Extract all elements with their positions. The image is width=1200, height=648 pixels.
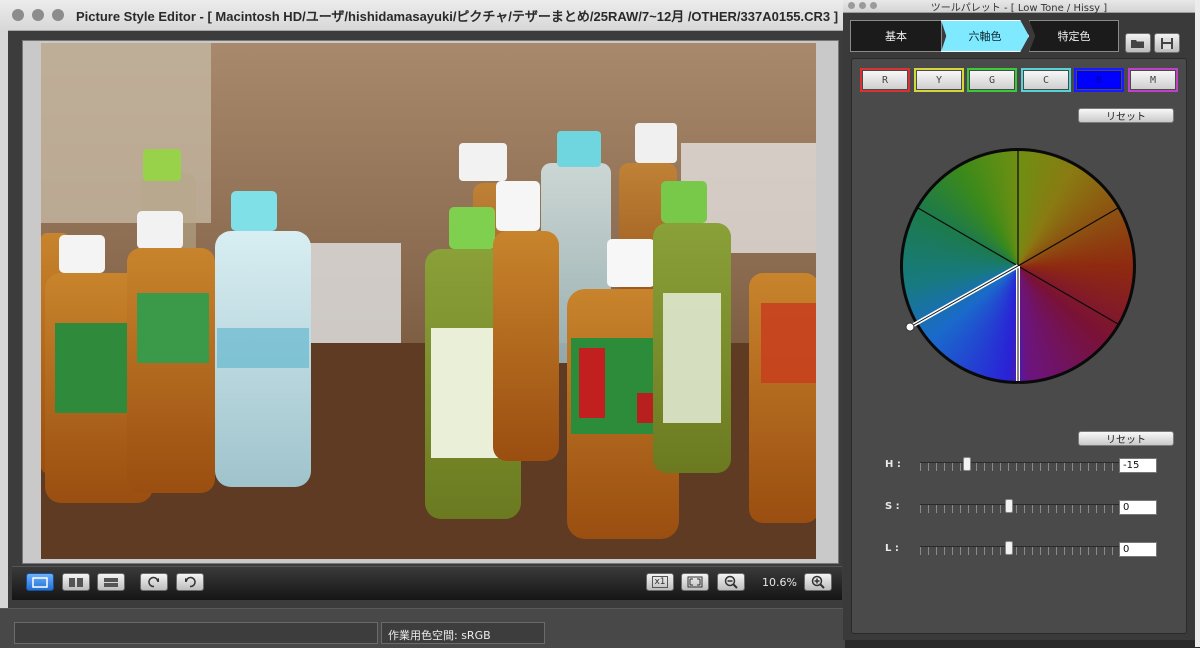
saturation-value-input[interactable]: 0 xyxy=(1119,500,1157,515)
zoom-window-button[interactable] xyxy=(52,9,64,21)
photo-preview[interactable] xyxy=(41,43,816,559)
hue-value-input[interactable]: -15 xyxy=(1119,458,1157,473)
save-icon xyxy=(1161,37,1173,49)
fit-icon xyxy=(687,576,703,588)
color-button-yellow[interactable]: Y xyxy=(914,68,964,92)
background-window-edge xyxy=(0,30,8,610)
preview-toolbar: x1 10.6% xyxy=(12,566,842,600)
reset-hue-wheel-button[interactable]: リセット xyxy=(1078,108,1174,123)
main-title-bar[interactable]: Picture Style Editor - [ Macintosh HD/ユー… xyxy=(0,0,845,31)
reset-hsl-button[interactable]: リセット xyxy=(1078,431,1174,446)
actual-size-label: x1 xyxy=(652,576,668,588)
compare-left-right-button[interactable] xyxy=(62,573,90,591)
close-window-button[interactable] xyxy=(12,9,24,21)
rotate-left-button[interactable] xyxy=(140,573,168,591)
luminance-label: L : xyxy=(885,543,899,554)
zoom-in-icon xyxy=(811,575,825,589)
hue-label: H : xyxy=(885,459,901,470)
tab-basic[interactable]: 基本 xyxy=(850,20,942,52)
color-button-magenta-label: M xyxy=(1131,71,1175,89)
status-bar: 作業用色空間: sRGB xyxy=(0,608,845,648)
tab-six-axis-label: 六軸色 xyxy=(968,30,1002,43)
compare-top-bottom-icon xyxy=(104,577,118,587)
hue-wheel-axes xyxy=(905,151,1119,384)
tab-six-axis-color[interactable]: 六軸色 xyxy=(941,20,1029,52)
palette-title-bar[interactable]: ツールパレット - [ Low Tone / Hissy ] xyxy=(843,0,1195,14)
color-button-green-label: G xyxy=(970,71,1014,89)
compare-left-right-icon xyxy=(69,577,83,587)
compare-top-bottom-button[interactable] xyxy=(97,573,125,591)
hue-slider-track[interactable] xyxy=(920,462,1126,471)
tab-basic-label: 基本 xyxy=(885,30,907,43)
hue-handle-left[interactable] xyxy=(905,322,915,332)
rotate-left-icon xyxy=(148,576,159,588)
saturation-label: S : xyxy=(885,501,900,512)
save-file-button[interactable] xyxy=(1154,33,1180,53)
color-button-red-label: R xyxy=(863,71,907,89)
zoom-level: 10.6% xyxy=(762,576,797,589)
image-preview-frame xyxy=(22,40,839,564)
status-message xyxy=(14,622,378,644)
color-button-blue[interactable]: B xyxy=(1074,68,1124,92)
folder-open-icon xyxy=(1131,40,1144,48)
color-button-green[interactable]: G xyxy=(967,68,1017,92)
minimize-window-button[interactable] xyxy=(32,9,44,21)
zoom-in-button[interactable] xyxy=(804,573,832,591)
saturation-slider-track[interactable] xyxy=(920,504,1126,513)
zoom-out-button[interactable] xyxy=(717,573,745,591)
palette-title: ツールパレット - [ Low Tone / Hissy ] xyxy=(930,3,1108,14)
background-window-edge-right xyxy=(1195,0,1200,647)
luminance-value-input[interactable]: 0 xyxy=(1119,542,1157,557)
zoom-out-icon xyxy=(724,575,738,589)
tab-specific-label: 特定色 xyxy=(1057,30,1091,43)
reset-label: リセット xyxy=(1106,112,1146,123)
actual-size-button[interactable]: x1 xyxy=(646,573,674,591)
window-title: Picture Style Editor - [ Macintosh HD/ユー… xyxy=(76,9,839,24)
single-view-icon xyxy=(32,576,48,588)
color-button-magenta[interactable]: M xyxy=(1128,68,1178,92)
luminance-slider-track[interactable] xyxy=(920,546,1126,555)
working-color-space: 作業用色空間: sRGB xyxy=(381,622,545,644)
hue-slider-thumb[interactable] xyxy=(963,457,971,471)
luminance-slider-thumb[interactable] xyxy=(1005,541,1013,555)
color-button-yellow-label: Y xyxy=(917,71,961,89)
tab-specific-color[interactable]: 特定色 xyxy=(1029,20,1119,52)
fit-to-window-button[interactable] xyxy=(681,573,709,591)
reset-hsl-label: リセット xyxy=(1106,435,1146,446)
photo-bottles-image xyxy=(41,43,816,559)
rotate-right-icon xyxy=(185,576,196,588)
saturation-slider-thumb[interactable] xyxy=(1005,499,1013,513)
open-file-button[interactable] xyxy=(1125,33,1151,53)
color-button-cyan[interactable]: C xyxy=(1021,68,1071,92)
picture-style-editor-window: Picture Style Editor - [ Macintosh HD/ユー… xyxy=(0,0,845,648)
single-view-button[interactable] xyxy=(26,573,54,591)
color-button-cyan-label: C xyxy=(1024,71,1068,89)
color-button-blue-label: B xyxy=(1077,71,1121,89)
color-button-red[interactable]: R xyxy=(860,68,910,92)
rotate-right-button[interactable] xyxy=(176,573,204,591)
